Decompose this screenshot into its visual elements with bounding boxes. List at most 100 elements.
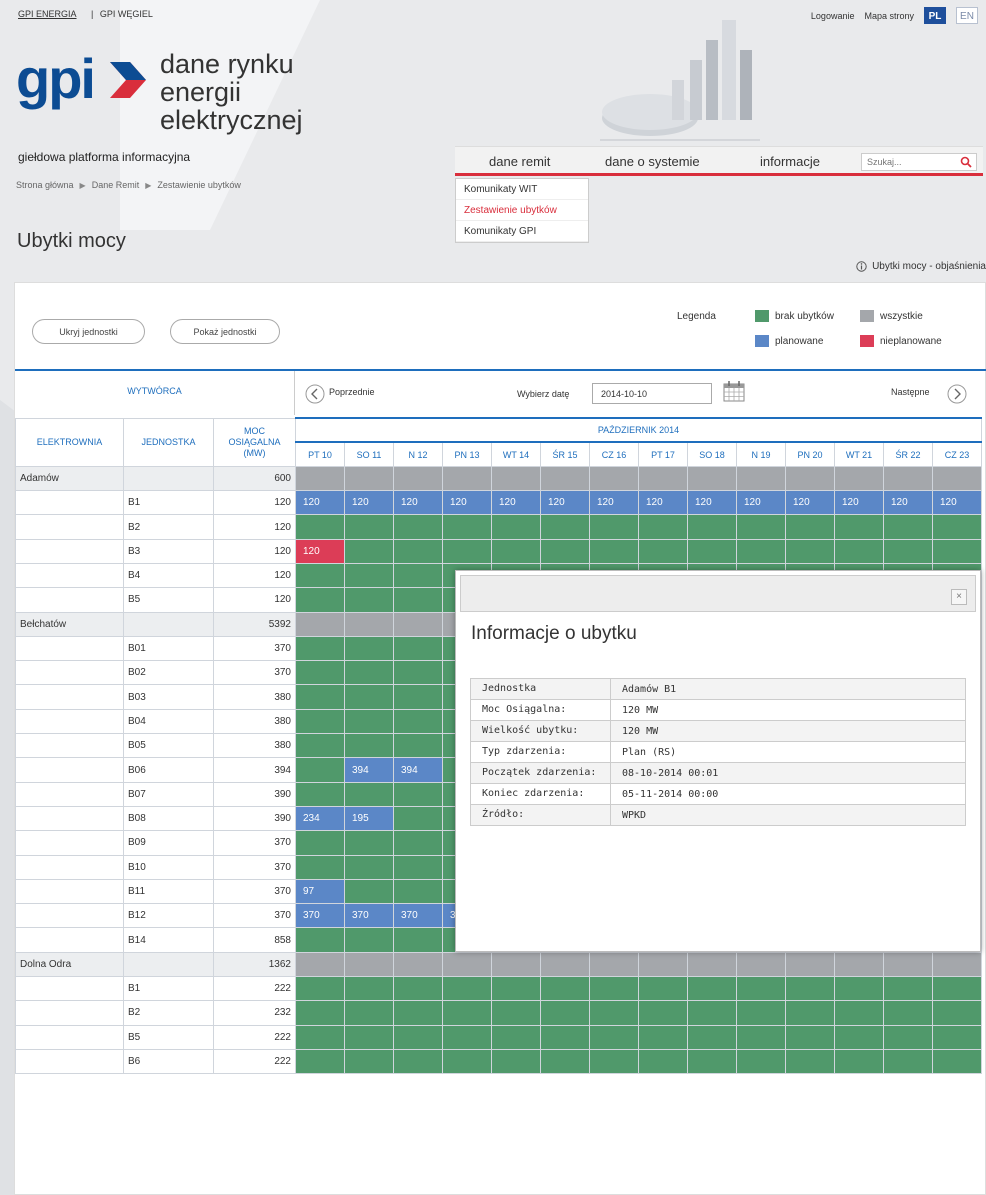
- day-status-cell: [736, 538, 786, 564]
- breadcrumb-home[interactable]: Strona główna: [16, 180, 74, 190]
- day-header: SO 18: [687, 441, 737, 467]
- plant-name-cell: [15, 878, 124, 905]
- day-status-cell[interactable]: 120: [295, 490, 345, 516]
- table-header-row: ELEKTROWNIA JEDNOSTKA MOC OSIĄGALNA (MW)…: [15, 416, 983, 467]
- day-status-cell: [638, 951, 688, 978]
- day-status-cell[interactable]: 120: [687, 490, 737, 516]
- hide-units-button[interactable]: Ukryj jednostki: [32, 319, 145, 344]
- day-status-cell: [442, 1048, 492, 1075]
- nav-informacje[interactable]: informacje: [760, 154, 820, 169]
- day-status-cell[interactable]: 120: [491, 490, 541, 516]
- day-status-cell: [295, 514, 345, 540]
- unit-name-cell: B05: [123, 733, 214, 759]
- gpi-energia-link[interactable]: GPI ENERGIA: [18, 9, 77, 19]
- hero-chart-illustration: [600, 20, 760, 141]
- breadcrumb-remit[interactable]: Dane Remit: [92, 180, 140, 190]
- day-status-cell[interactable]: 120: [344, 490, 394, 516]
- search-icon[interactable]: [960, 156, 972, 168]
- day-status-cell[interactable]: 120: [736, 490, 786, 516]
- show-units-button[interactable]: Pokaż jednostki: [170, 319, 280, 344]
- day-status-cell[interactable]: 120: [931, 490, 983, 516]
- day-status-cell: [540, 976, 590, 1002]
- day-status-cell[interactable]: 120: [589, 490, 639, 516]
- day-status-cell: [883, 951, 933, 978]
- logo[interactable]: gpi dane rynku energii elektrycznej: [16, 48, 346, 135]
- day-header: N 19: [736, 441, 786, 467]
- day-status-cell[interactable]: 120: [785, 490, 835, 516]
- previous-arrow-icon[interactable]: [305, 384, 325, 404]
- day-status-cell: [344, 538, 394, 564]
- unit-name-cell: B04: [123, 708, 214, 735]
- plant-name-cell: [15, 903, 124, 929]
- day-status-cell: [295, 660, 345, 686]
- close-icon[interactable]: ×: [951, 589, 967, 605]
- info-label: Moc Osiągalna:: [470, 699, 611, 721]
- lang-pl-button[interactable]: PL: [924, 7, 946, 24]
- day-status-cell: [442, 538, 492, 564]
- day-status-cell: [540, 1000, 590, 1026]
- menu-item-komunikaty-gpi[interactable]: Komunikaty GPI: [456, 221, 588, 242]
- day-status-cell: [344, 830, 394, 856]
- unit-name-cell: B1: [123, 976, 214, 1002]
- day-status-cell: [540, 951, 590, 978]
- plant-name-cell: [15, 854, 124, 880]
- day-header: SO 11: [344, 441, 394, 467]
- search-input[interactable]: [862, 154, 954, 170]
- next-button[interactable]: Następne: [891, 387, 930, 397]
- calendar-icon[interactable]: [722, 379, 746, 403]
- day-status-cell: [393, 684, 443, 710]
- plant-name-cell: [15, 781, 124, 807]
- plant-name-cell: Bełchatów: [15, 611, 124, 637]
- plant-name-cell: [15, 1048, 124, 1075]
- day-header: N 12: [393, 441, 443, 467]
- previous-button[interactable]: Poprzednie: [329, 387, 375, 397]
- day-status-cell[interactable]: 120: [393, 490, 443, 516]
- day-status-cell: [393, 1000, 443, 1026]
- day-status-cell[interactable]: 394: [344, 757, 394, 783]
- date-input[interactable]: [592, 383, 712, 404]
- day-status-cell[interactable]: 97: [295, 878, 345, 905]
- day-status-cell: [491, 1000, 541, 1026]
- plant-name-cell: [15, 684, 124, 710]
- day-status-cell: [785, 465, 835, 492]
- sitemap-link[interactable]: Mapa strony: [864, 11, 914, 21]
- day-status-cell[interactable]: 120: [883, 490, 933, 516]
- day-status-cell[interactable]: 370: [344, 903, 394, 929]
- modal-title: Informacje o ubytku: [471, 623, 637, 644]
- lang-en-button[interactable]: EN: [956, 7, 978, 24]
- nav-dane-o-systemie[interactable]: dane o systemie: [605, 154, 700, 169]
- login-link[interactable]: Logowanie: [811, 11, 855, 21]
- plant-name-cell: [15, 733, 124, 759]
- gpi-wegiel-link[interactable]: GPI WĘGIEL: [100, 9, 153, 19]
- header-month: PAŹDZIERNIK 2014: [294, 416, 983, 443]
- menu-item-komunikaty-wit[interactable]: Komunikaty WIT: [456, 179, 588, 200]
- day-header: PT 17: [638, 441, 688, 467]
- info-label: Jednostka: [470, 678, 611, 700]
- day-status-cell[interactable]: 120: [834, 490, 884, 516]
- legend-title: Legenda: [677, 311, 716, 322]
- menu-item-zestawienie-ubytkow[interactable]: Zestawienie ubytków: [456, 200, 588, 221]
- unit-row: B1 120 120 120 120 120 120 120 120 120 120 120 120 12…: [15, 490, 983, 516]
- day-status-cell: [687, 1048, 737, 1075]
- info-value: Adamów B1: [610, 678, 966, 700]
- explanation-link[interactable]: Ubytki mocy - objaśnienia: [856, 261, 986, 272]
- capacity-cell: 370: [213, 854, 296, 880]
- day-status-cell[interactable]: 120: [442, 490, 492, 516]
- capacity-cell: 380: [213, 684, 296, 710]
- day-status-cell[interactable]: 370: [295, 903, 345, 929]
- nav-dane-remit[interactable]: dane remit: [489, 154, 550, 169]
- next-arrow-icon[interactable]: [947, 384, 967, 404]
- day-status-cell[interactable]: 370: [393, 903, 443, 929]
- day-status-cell[interactable]: 120: [295, 538, 345, 564]
- day-status-cell: [393, 1048, 443, 1075]
- day-header: WT 14: [491, 441, 541, 467]
- plant-name-cell: [15, 830, 124, 856]
- day-status-cell[interactable]: 120: [540, 490, 590, 516]
- day-status-cell[interactable]: 195: [344, 805, 394, 832]
- day-status-cell[interactable]: 120: [638, 490, 688, 516]
- capacity-cell: 370: [213, 635, 296, 662]
- day-status-cell[interactable]: 394: [393, 757, 443, 783]
- day-status-cell[interactable]: 234: [295, 805, 345, 832]
- info-row: Typ zdarzenia: Plan (RS): [470, 741, 966, 763]
- legend-swatch: [860, 310, 874, 322]
